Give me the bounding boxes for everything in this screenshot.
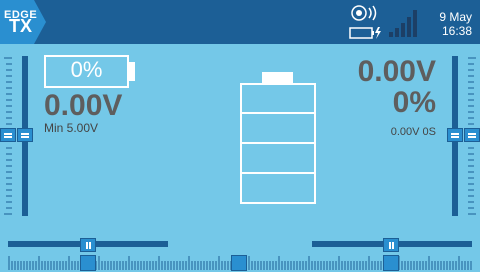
- battery-cell-divider: [240, 112, 316, 114]
- right-trim-handle[interactable]: [447, 128, 463, 142]
- signal-bars-icon[interactable]: [388, 6, 420, 38]
- speaker-icon[interactable]: [350, 4, 380, 22]
- left-voltage-value: 0.00V: [44, 89, 123, 122]
- bottom-center-slider-knob[interactable]: [231, 255, 247, 271]
- right-trim-handle-outer[interactable]: [464, 128, 480, 142]
- logo-text-tx: TX: [9, 16, 33, 36]
- time-text: 16:38: [441, 24, 472, 38]
- battery-cell-divider: [240, 142, 316, 144]
- battery-cell-divider: [240, 172, 316, 174]
- right-horizontal-trim-handle[interactable]: [383, 238, 399, 252]
- battery-percent-label: 0%: [70, 57, 103, 82]
- battery-cap: [262, 72, 293, 83]
- left-horizontal-trim-handle[interactable]: [80, 238, 96, 252]
- min-voltage-label: Min 5.00V: [44, 121, 99, 135]
- left-trim-handle-outer[interactable]: [0, 128, 16, 142]
- bottom-left-slider-knob[interactable]: [80, 255, 96, 271]
- right-voltage-value: 0.00V: [357, 55, 436, 88]
- battery-charging-icon[interactable]: [349, 26, 383, 40]
- left-trim-handle[interactable]: [17, 128, 33, 142]
- date-text: 9 May: [439, 10, 472, 24]
- right-percent-value: 0%: [392, 86, 436, 119]
- battery-percent-nub: [129, 62, 135, 81]
- right-cell-detail: 0.00V 0S: [390, 126, 436, 138]
- bottom-right-slider-knob[interactable]: [383, 255, 399, 271]
- top-bar: EDGE TX 9 May 16:38: [0, 0, 480, 44]
